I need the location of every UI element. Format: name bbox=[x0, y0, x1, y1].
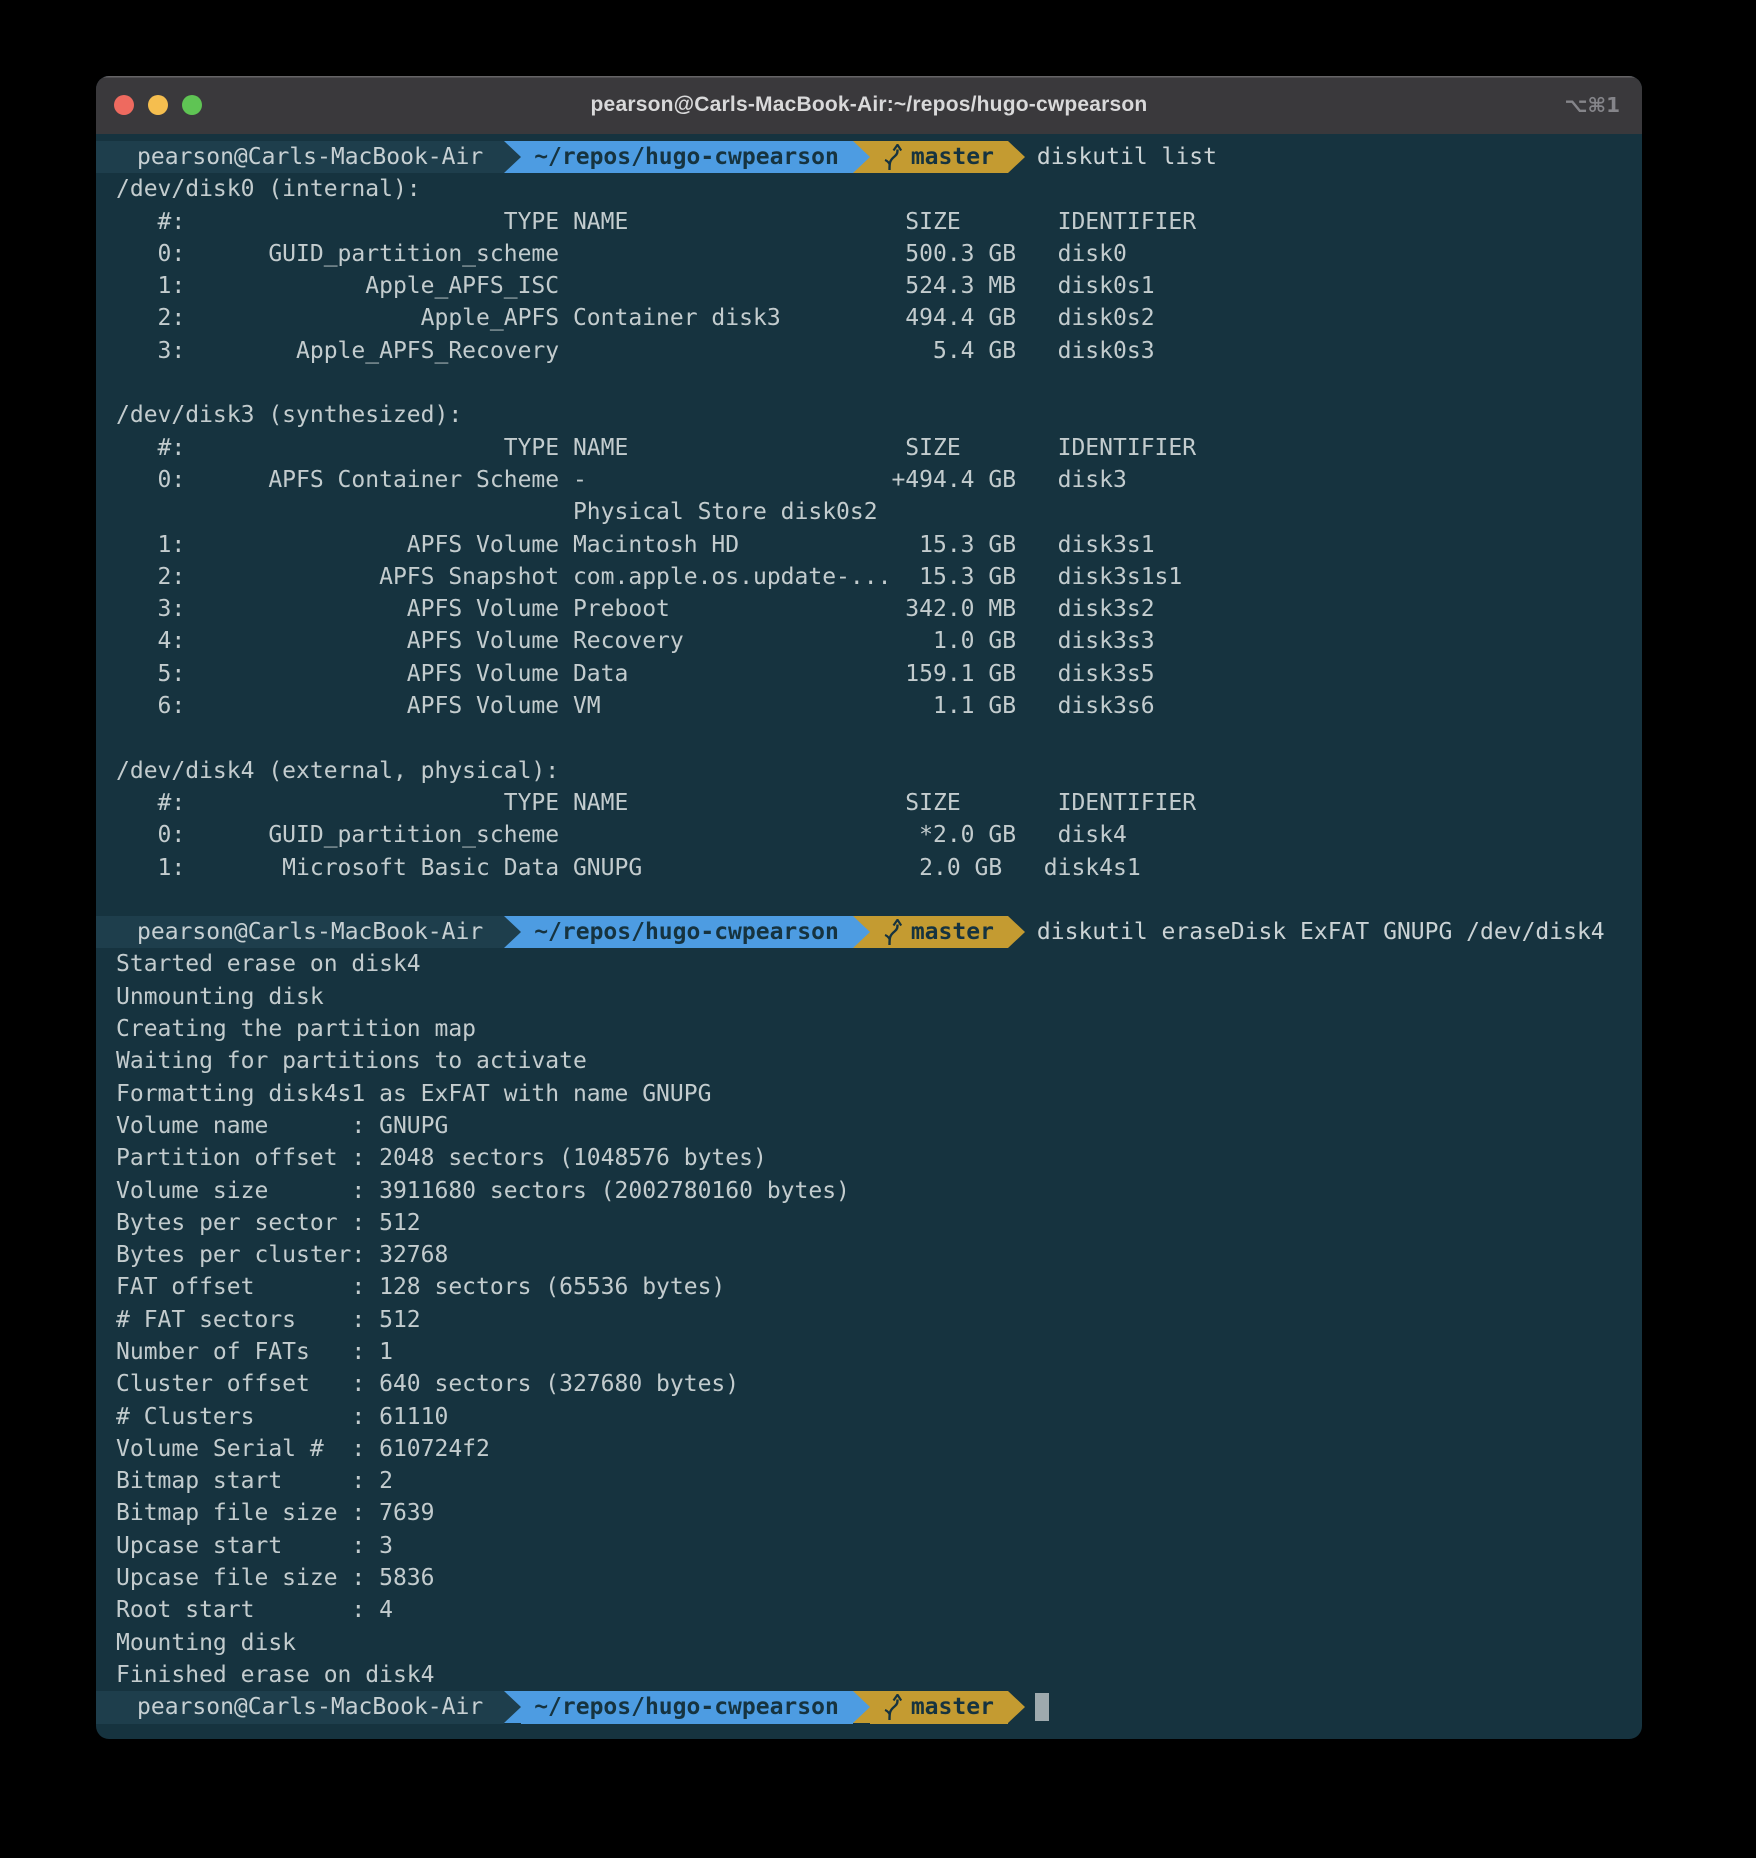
terminal-line: Cluster offset : 640 sectors (327680 byt… bbox=[96, 1368, 1642, 1400]
terminal-line: # FAT sectors : 512 bbox=[96, 1304, 1642, 1336]
prompt-git-segment: master bbox=[870, 1691, 1008, 1723]
terminal-line: 2: APFS Snapshot com.apple.os.update-...… bbox=[96, 561, 1642, 593]
terminal-line: Waiting for partitions to activate bbox=[96, 1045, 1642, 1077]
terminal-line: 1: APFS Volume Macintosh HD 15.3 GB disk… bbox=[96, 529, 1642, 561]
powerline-arrow-icon bbox=[853, 916, 870, 948]
terminal-line: FAT offset : 128 sectors (65536 bytes) bbox=[96, 1271, 1642, 1303]
prompt-row: pearson@Carls-MacBook-Air ~/repos/hugo-cw… bbox=[96, 1691, 1642, 1723]
tab-shortcut-badge: ⌥⌘1 bbox=[1564, 93, 1642, 117]
powerline-arrow-icon bbox=[1008, 916, 1025, 948]
terminal-line: 1: Apple_APFS_ISC 524.3 MB disk0s1 bbox=[96, 270, 1642, 302]
terminal-line: 3: APFS Volume Preboot 342.0 MB disk3s2 bbox=[96, 593, 1642, 625]
terminal-line: Finished erase on disk4 bbox=[96, 1659, 1642, 1691]
git-branch-label: master bbox=[911, 141, 994, 173]
terminal-window: pearson@Carls-MacBook-Air:~/repos/hugo-c… bbox=[96, 76, 1642, 1739]
terminal-line: Partition offset : 2048 sectors (1048576… bbox=[96, 1142, 1642, 1174]
terminal-line: #: TYPE NAME SIZE IDENTIFIER bbox=[96, 206, 1642, 238]
prompt-command: diskutil eraseDisk ExFAT GNUPG /dev/disk… bbox=[1037, 919, 1605, 945]
terminal-line: #: TYPE NAME SIZE IDENTIFIER bbox=[96, 432, 1642, 464]
git-branch-label: master bbox=[911, 916, 994, 948]
window-titlebar[interactable]: pearson@Carls-MacBook-Air:~/repos/hugo-c… bbox=[96, 76, 1642, 134]
prompt-user-segment: pearson@Carls-MacBook-Air bbox=[96, 1691, 504, 1723]
terminal-line: Root start : 4 bbox=[96, 1594, 1642, 1626]
terminal-line: 5: APFS Volume Data 159.1 GB disk3s5 bbox=[96, 658, 1642, 690]
window-title: pearson@Carls-MacBook-Air:~/repos/hugo-c… bbox=[96, 93, 1642, 117]
terminal-line: 1: Microsoft Basic Data GNUPG 2.0 GB dis… bbox=[96, 852, 1642, 884]
prompt-git-segment: master bbox=[870, 916, 1008, 948]
powerline-arrow-icon bbox=[853, 1691, 870, 1723]
prompt-row: pearson@Carls-MacBook-Air ~/repos/hugo-cw… bbox=[96, 916, 1642, 948]
prompt-command: diskutil list bbox=[1037, 144, 1217, 170]
prompt-git-segment: master bbox=[870, 141, 1008, 173]
terminal-line: 0: GUID_partition_scheme 500.3 GB disk0 bbox=[96, 238, 1642, 270]
git-branch-icon bbox=[884, 144, 902, 171]
git-branch-icon bbox=[884, 1694, 902, 1721]
terminal-line: /dev/disk4 (external, physical): bbox=[96, 755, 1642, 787]
terminal-line: Upcase start : 3 bbox=[96, 1530, 1642, 1562]
terminal-line: Formatting disk4s1 as ExFAT with name GN… bbox=[96, 1078, 1642, 1110]
powerline-arrow-icon bbox=[504, 1691, 521, 1723]
powerline-arrow-icon bbox=[1008, 141, 1025, 173]
terminal-line: Creating the partition map bbox=[96, 1013, 1642, 1045]
terminal-line: Volume size : 3911680 sectors (200278016… bbox=[96, 1175, 1642, 1207]
prompt-path-segment: ~/repos/hugo-cwpearson bbox=[521, 916, 853, 948]
terminal-line: Volume name : GNUPG bbox=[96, 1110, 1642, 1142]
terminal-line: 6: APFS Volume VM 1.1 GB disk3s6 bbox=[96, 690, 1642, 722]
git-branch-icon bbox=[884, 919, 902, 946]
terminal-line: # Clusters : 61110 bbox=[96, 1401, 1642, 1433]
prompt-path-segment: ~/repos/hugo-cwpearson bbox=[521, 141, 853, 173]
prompt-user-segment: pearson@Carls-MacBook-Air bbox=[96, 141, 504, 173]
terminal-line: Volume Serial # : 610724f2 bbox=[96, 1433, 1642, 1465]
git-branch-label: master bbox=[911, 1691, 994, 1723]
terminal-line: Mounting disk bbox=[96, 1627, 1642, 1659]
terminal-line: Upcase file size : 5836 bbox=[96, 1562, 1642, 1594]
prompt-path-segment: ~/repos/hugo-cwpearson bbox=[521, 1691, 853, 1723]
terminal-line: Physical Store disk0s2 bbox=[96, 496, 1642, 528]
terminal-line: 0: GUID_partition_scheme *2.0 GB disk4 bbox=[96, 819, 1642, 851]
terminal-line: 3: Apple_APFS_Recovery 5.4 GB disk0s3 bbox=[96, 335, 1642, 367]
terminal-line bbox=[96, 884, 1642, 916]
powerline-arrow-icon bbox=[504, 916, 521, 948]
terminal-line: Bitmap start : 2 bbox=[96, 1465, 1642, 1497]
terminal-line: Number of FATs : 1 bbox=[96, 1336, 1642, 1368]
terminal-line: /dev/disk0 (internal): bbox=[96, 173, 1642, 205]
terminal-cursor[interactable] bbox=[1035, 1693, 1049, 1721]
terminal-line: #: TYPE NAME SIZE IDENTIFIER bbox=[96, 787, 1642, 819]
terminal-line bbox=[96, 367, 1642, 399]
powerline-arrow-icon bbox=[853, 141, 870, 173]
terminal-line: Bytes per sector : 512 bbox=[96, 1207, 1642, 1239]
terminal-line: Bitmap file size : 7639 bbox=[96, 1497, 1642, 1529]
terminal-line: Bytes per cluster: 32768 bbox=[96, 1239, 1642, 1271]
prompt-user-segment: pearson@Carls-MacBook-Air bbox=[96, 916, 504, 948]
terminal-line: 2: Apple_APFS Container disk3 494.4 GB d… bbox=[96, 302, 1642, 334]
terminal-line bbox=[96, 722, 1642, 754]
terminal-line: Unmounting disk bbox=[96, 981, 1642, 1013]
terminal-line: /dev/disk3 (synthesized): bbox=[96, 399, 1642, 431]
terminal-viewport[interactable]: pearson@Carls-MacBook-Air ~/repos/hugo-cw… bbox=[96, 134, 1642, 1739]
terminal-line: 4: APFS Volume Recovery 1.0 GB disk3s3 bbox=[96, 625, 1642, 657]
prompt-row: pearson@Carls-MacBook-Air ~/repos/hugo-cw… bbox=[96, 141, 1642, 173]
terminal-line: 0: APFS Container Scheme - +494.4 GB dis… bbox=[96, 464, 1642, 496]
terminal-line: Started erase on disk4 bbox=[96, 948, 1642, 980]
powerline-arrow-icon bbox=[1008, 1691, 1025, 1723]
powerline-arrow-icon bbox=[504, 141, 521, 173]
